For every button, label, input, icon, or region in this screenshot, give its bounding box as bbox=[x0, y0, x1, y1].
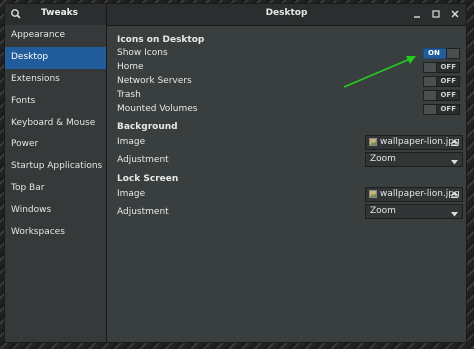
switch-knob bbox=[423, 90, 437, 101]
sidebar-item-startup-applications[interactable]: Startup Applications bbox=[5, 156, 106, 178]
home-switch[interactable]: OFF bbox=[423, 62, 460, 73]
sidebar-item-windows[interactable]: Windows bbox=[5, 200, 106, 222]
close-icon[interactable] bbox=[450, 9, 460, 19]
sidebar-item-workspaces[interactable]: Workspaces bbox=[5, 222, 106, 244]
mounted-volumes-switch[interactable]: OFF bbox=[423, 104, 460, 115]
background-adjustment-value: Zoom bbox=[370, 154, 396, 164]
mounted-volumes-label: Mounted Volumes bbox=[117, 104, 198, 114]
window-controls bbox=[412, 9, 460, 19]
switch-knob bbox=[446, 48, 460, 59]
background-image-label: Image bbox=[117, 137, 146, 147]
lock-screen-image-chooser[interactable]: wallpaper-lion.jpg bbox=[365, 187, 463, 202]
sidebar-item-extensions[interactable]: Extensions bbox=[5, 69, 106, 91]
sidebar-item-top-bar[interactable]: Top Bar bbox=[5, 178, 106, 200]
chevron-down-icon bbox=[451, 209, 458, 217]
trash-switch[interactable]: OFF bbox=[423, 90, 460, 101]
switch-state-text: OFF bbox=[440, 91, 456, 99]
show-icons-switch[interactable]: ON bbox=[423, 48, 460, 59]
trash-label: Trash bbox=[117, 90, 141, 100]
network-servers-label: Network Servers bbox=[117, 76, 192, 86]
lock-screen-adjustment-label: Adjustment bbox=[117, 207, 169, 217]
chevron-down-icon bbox=[451, 157, 458, 165]
minimize-icon[interactable] bbox=[412, 9, 422, 19]
sidebar-item-keyboard-mouse[interactable]: Keyboard & Mouse bbox=[5, 113, 106, 135]
sidebar: Appearance Desktop Extensions Fonts Keyb… bbox=[5, 25, 107, 342]
sidebar-item-power[interactable]: Power bbox=[5, 134, 106, 156]
lock-screen-image-filename: wallpaper-lion.jpg bbox=[380, 189, 460, 199]
section-title-lock-screen: Lock Screen bbox=[117, 174, 179, 184]
lock-screen-image-label: Image bbox=[117, 189, 146, 199]
search-icon[interactable] bbox=[9, 7, 23, 21]
network-servers-switch[interactable]: OFF bbox=[423, 76, 460, 87]
switch-state-text: ON bbox=[428, 49, 440, 57]
image-file-icon bbox=[369, 138, 377, 146]
switch-knob bbox=[423, 62, 437, 73]
image-file-icon bbox=[369, 190, 377, 198]
show-icons-label: Show Icons bbox=[117, 48, 168, 58]
switch-knob bbox=[423, 104, 437, 115]
lock-screen-adjustment-value: Zoom bbox=[370, 206, 396, 216]
titlebar: Tweaks Desktop bbox=[5, 4, 466, 26]
lock-screen-adjustment-dropdown[interactable]: Zoom bbox=[365, 204, 463, 219]
background-adjustment-label: Adjustment bbox=[117, 155, 169, 165]
background-adjustment-dropdown[interactable]: Zoom bbox=[365, 152, 463, 167]
settings-panel: Icons on Desktop Show Icons ON Home OFF … bbox=[107, 25, 466, 342]
home-label: Home bbox=[117, 62, 144, 72]
app-title: Tweaks bbox=[41, 8, 78, 18]
section-title-icons-on-desktop: Icons on Desktop bbox=[117, 35, 205, 45]
tweaks-window: Tweaks Desktop Appearance Desktop Extens… bbox=[4, 3, 467, 343]
switch-state-text: OFF bbox=[440, 77, 456, 85]
background-image-filename: wallpaper-lion.jpg bbox=[380, 137, 460, 147]
sidebar-item-fonts[interactable]: Fonts bbox=[5, 91, 106, 113]
section-title-background: Background bbox=[117, 122, 178, 132]
switch-state-text: OFF bbox=[440, 63, 456, 71]
eject-icon bbox=[450, 190, 459, 199]
background-image-chooser[interactable]: wallpaper-lion.jpg bbox=[365, 135, 463, 150]
switch-knob bbox=[423, 76, 437, 87]
sidebar-item-appearance[interactable]: Appearance bbox=[5, 25, 106, 47]
sidebar-item-desktop[interactable]: Desktop bbox=[5, 46, 106, 69]
switch-state-text: OFF bbox=[440, 105, 456, 113]
maximize-icon[interactable] bbox=[431, 9, 441, 19]
eject-icon bbox=[450, 138, 459, 147]
